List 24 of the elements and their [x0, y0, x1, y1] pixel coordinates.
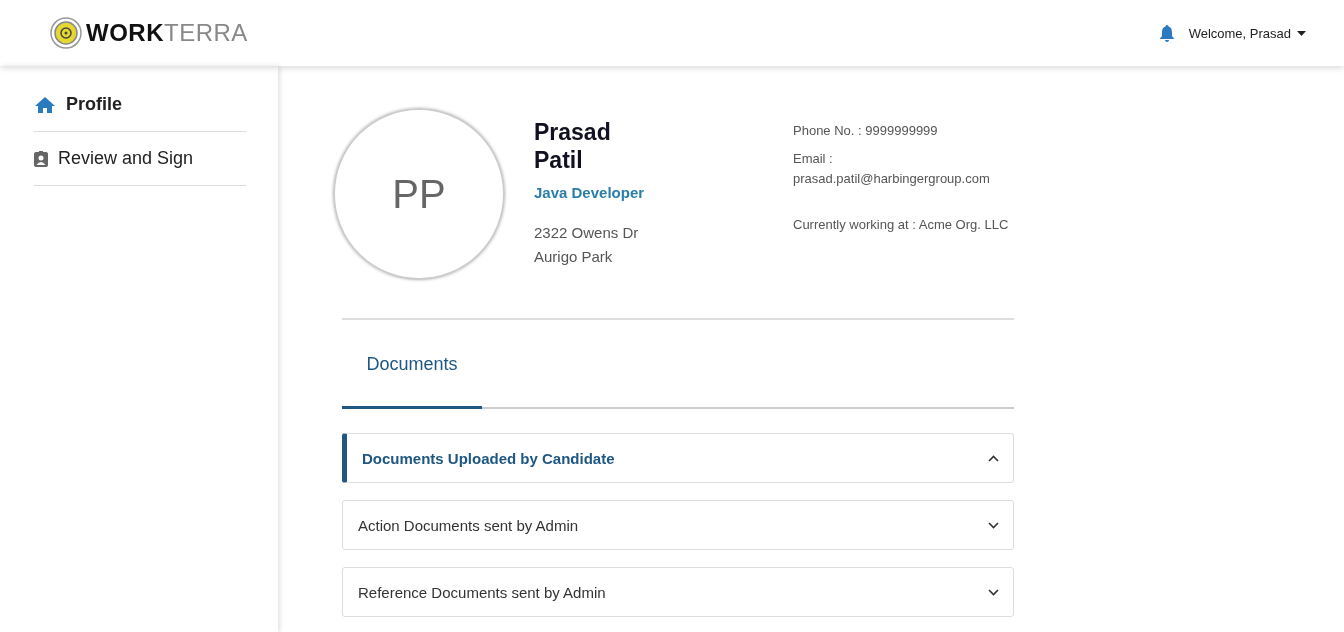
- home-icon: [34, 95, 56, 114]
- chevron-down-icon: [988, 521, 999, 529]
- id-badge-icon: [34, 150, 48, 167]
- sidebar-item[interactable]: Review and Sign: [34, 132, 246, 186]
- tab[interactable]: Documents: [342, 322, 482, 409]
- phone-number: Phone No. : 9999999999: [793, 122, 939, 140]
- sidebar-item[interactable]: Profile: [34, 78, 246, 132]
- email-address: prasad.patil@harbingergroup.com: [793, 170, 991, 188]
- accordion-header[interactable]: Documents Uploaded by Candidate: [342, 433, 1014, 483]
- chevron-up-icon: [988, 454, 999, 462]
- avatar: PP: [333, 108, 505, 280]
- employer: Currently working at : Acme Org. LLC: [793, 216, 1009, 234]
- user-menu[interactable]: Welcome, Prasad: [1188, 25, 1306, 41]
- accordion-header[interactable]: Reference Documents sent by Admin: [342, 567, 1014, 617]
- bell-icon[interactable]: [1158, 24, 1175, 42]
- profile-name: Prasad Patil: [534, 118, 612, 174]
- target-logo-icon: [50, 17, 82, 49]
- email-label: Email :: [793, 150, 834, 168]
- chevron-down-icon: [988, 588, 999, 596]
- job-title: Java Developer: [534, 184, 646, 201]
- address: 2322 Owens Dr Aurigo Park: [534, 223, 640, 267]
- caret-icon: [1297, 30, 1306, 36]
- logo-text: WORKTERRA: [86, 19, 248, 47]
- accordion-header[interactable]: Action Documents sent by Admin: [342, 500, 1014, 550]
